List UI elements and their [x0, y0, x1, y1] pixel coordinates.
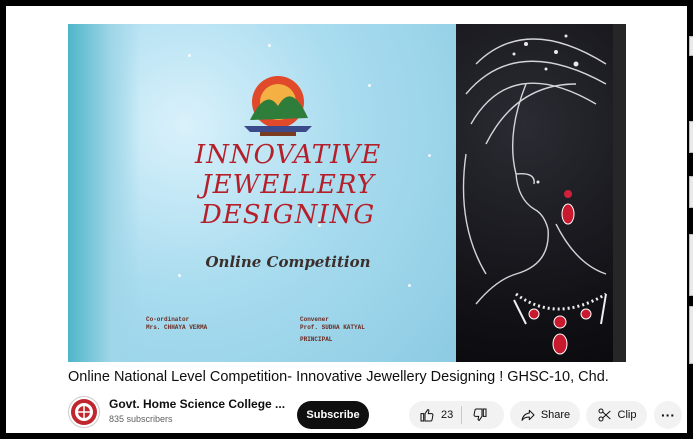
- channel-name[interactable]: Govt. Home Science College ...: [109, 397, 285, 411]
- clip-button[interactable]: Clip: [586, 401, 647, 429]
- thumbs-up-icon: [420, 409, 434, 422]
- coordinator-label: Co-ordinator: [146, 316, 190, 323]
- scissors-icon: [598, 408, 611, 422]
- subscriber-count: 835 subscribers: [109, 414, 173, 424]
- channel-avatar[interactable]: [68, 396, 100, 428]
- woman-sketch-illustration: [462, 34, 607, 355]
- recommendation-card[interactable]: [689, 121, 693, 153]
- sparkle: [178, 274, 181, 277]
- thumbs-down-icon: [473, 408, 487, 421]
- like-dislike-group: 23: [409, 401, 504, 429]
- poster-title-line: JEWELLERY: [201, 170, 375, 200]
- sparkle: [368, 84, 371, 87]
- more-dots-icon: ···: [661, 407, 675, 423]
- sparkle: [188, 54, 191, 57]
- poster-title-line: DESIGNING: [200, 200, 376, 230]
- convener-role: PRINCIPAL: [300, 336, 333, 343]
- like-button[interactable]: 23: [409, 401, 461, 429]
- video-title: Online National Level Competition- Innov…: [68, 369, 609, 385]
- share-arrow-icon: [521, 409, 535, 421]
- subscribe-button[interactable]: Subscribe: [297, 401, 369, 429]
- dislike-button[interactable]: [462, 401, 488, 429]
- recommendation-card[interactable]: [689, 306, 693, 364]
- clip-label: Clip: [617, 409, 637, 421]
- college-logo-icon: [244, 76, 312, 136]
- college-emblem-icon: [71, 399, 97, 425]
- share-button[interactable]: Share: [510, 401, 580, 429]
- sparkle: [428, 154, 431, 157]
- sparkle: [268, 44, 271, 47]
- sparkle: [408, 284, 411, 287]
- recommendation-card[interactable]: [689, 234, 693, 296]
- convener-name: Prof. SUDHA KATYAL: [300, 324, 365, 331]
- poster-title-line: INNOVATIVE: [194, 140, 382, 170]
- recommendation-card[interactable]: [689, 176, 693, 208]
- poster-title: INNOVATIVE JEWELLERY DESIGNING: [163, 140, 413, 230]
- convener-label: Convener: [300, 316, 329, 323]
- recommendation-card[interactable]: [689, 36, 693, 56]
- like-count: 23: [441, 409, 454, 421]
- poster-subtitle: Online Competition: [205, 253, 371, 271]
- video-player[interactable]: INNOVATIVE JEWELLERY DESIGNING Online Co…: [68, 24, 626, 362]
- video-edge-strip: [613, 24, 626, 362]
- page-frame: INNOVATIVE JEWELLERY DESIGNING Online Co…: [0, 0, 693, 439]
- share-label: Share: [540, 409, 571, 421]
- coordinator-name: Mrs. CHHAYA VERMA: [146, 324, 208, 331]
- more-actions-button[interactable]: ···: [654, 401, 682, 429]
